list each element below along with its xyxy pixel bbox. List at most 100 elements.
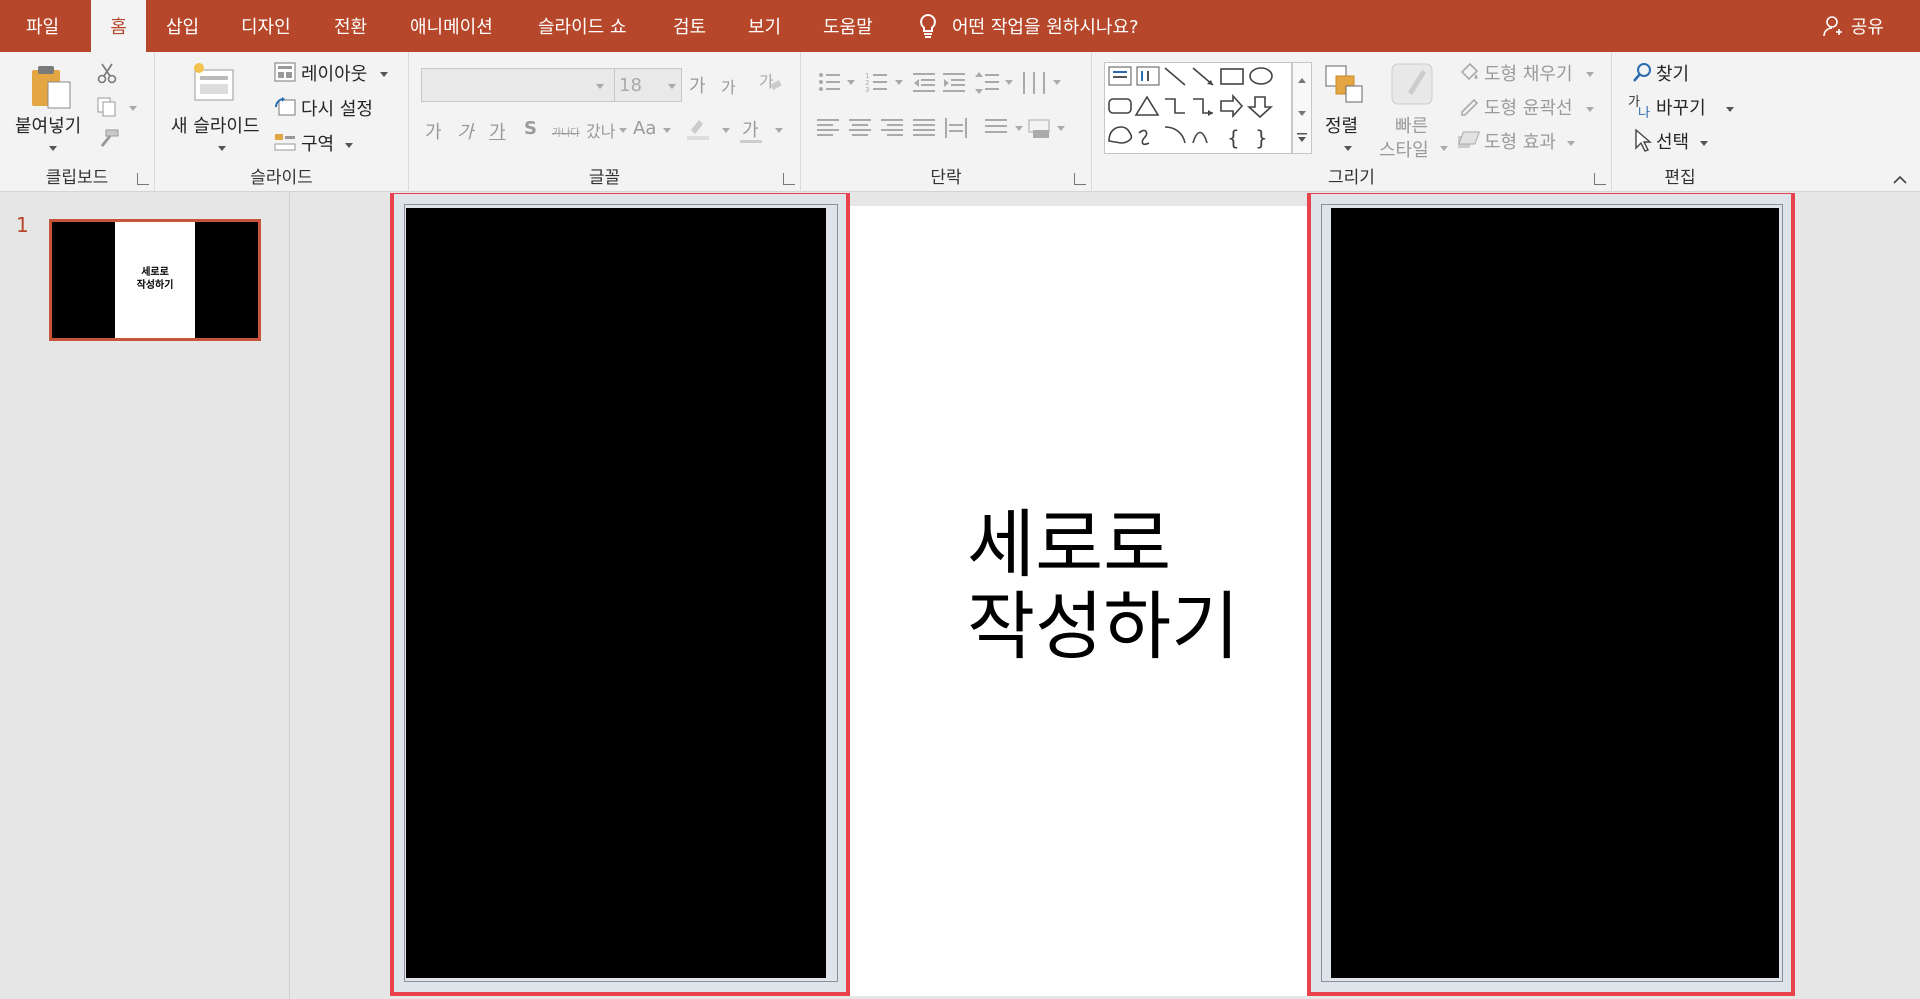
new-slide-label[interactable]: 새 슬라이드 [171, 112, 260, 138]
tab-view[interactable]: 보기 [748, 0, 781, 52]
replace-icon[interactable]: 가나 [1628, 94, 1654, 118]
shape-outline-icon[interactable] [1458, 96, 1480, 116]
italic-button[interactable]: 가 [457, 118, 474, 144]
tab-design[interactable]: 디자인 [241, 0, 291, 52]
slide-thumbnails-pane: 1 세로로 작성하기 [0, 193, 290, 999]
shape-outline-label[interactable]: 도형 윤곽선 [1484, 94, 1573, 120]
editing-group-label: 편집 [1664, 168, 1696, 188]
find-label[interactable]: 찾기 [1656, 60, 1689, 86]
cut-icon[interactable] [96, 62, 118, 84]
shape-effects-icon[interactable] [1458, 130, 1482, 150]
svg-text:3: 3 [865, 86, 869, 94]
align-right-icon [881, 119, 903, 136]
paragraph-row2-icons [817, 116, 1087, 142]
left-black-rectangle[interactable] [390, 193, 850, 996]
section-icon[interactable] [274, 132, 296, 152]
paste-dropdown-icon[interactable] [49, 146, 57, 151]
replace-dropdown-icon[interactable] [1726, 107, 1734, 112]
font-name-box[interactable] [421, 68, 646, 102]
tab-animations[interactable]: 애니메이션 [410, 0, 493, 52]
font-name-dropdown-icon[interactable] [596, 84, 604, 89]
section-dropdown-icon[interactable] [345, 143, 353, 148]
shrink-font-button[interactable]: 가 [721, 74, 736, 98]
arrange-label[interactable]: 정렬 [1325, 112, 1358, 138]
arrange-dropdown-icon[interactable] [1344, 146, 1352, 151]
tab-file[interactable]: 파일 [26, 0, 59, 52]
shape-fill-label[interactable]: 도형 채우기 [1484, 60, 1573, 86]
change-case-dropdown-icon[interactable] [663, 128, 671, 133]
drawing-group-label: 그리기 [1328, 168, 1375, 188]
shape-outline-dropdown-icon[interactable] [1586, 107, 1594, 112]
shape-fill-dropdown-icon[interactable] [1586, 72, 1594, 77]
replace-label[interactable]: 바꾸기 [1656, 94, 1706, 120]
lightbulb-icon [918, 13, 938, 39]
svg-text:}: } [1255, 126, 1268, 150]
share-button[interactable]: 공유 [1823, 0, 1884, 52]
slide-title-textbox[interactable]: 세로로 작성하기 [967, 504, 1239, 668]
grow-font-button[interactable]: 가 [689, 72, 706, 98]
tell-me-search[interactable]: 어떤 작업을 원하시나요? [918, 0, 1139, 52]
tab-help[interactable]: 도움말 [823, 0, 873, 52]
tab-slideshow[interactable]: 슬라이드 쇼 [538, 0, 627, 52]
format-painter-icon[interactable] [96, 128, 120, 150]
drawing-launcher-icon[interactable] [1594, 173, 1606, 185]
paste-button[interactable] [28, 62, 74, 112]
slide-number: 1 [16, 213, 29, 237]
shape-effects-dropdown-icon[interactable] [1567, 141, 1575, 146]
strikethrough-button[interactable]: 가나다 [552, 124, 580, 139]
shape-effects-label[interactable]: 도형 효과 [1484, 128, 1556, 154]
arrange-icon[interactable] [1324, 64, 1366, 104]
align-text-icon [1028, 119, 1050, 138]
new-slide-dropdown-icon[interactable] [218, 146, 226, 151]
tab-transitions[interactable]: 전환 [334, 0, 367, 52]
shadow-button[interactable]: S [524, 118, 537, 139]
tab-home[interactable]: 홈 [91, 0, 146, 52]
select-icon[interactable] [1632, 128, 1652, 152]
quick-styles-label-1[interactable]: 빠른 [1395, 112, 1428, 138]
slide-thumbnail[interactable]: 세로로 작성하기 [49, 219, 261, 341]
svg-text:나: 나 [1638, 106, 1650, 118]
shapes-gallery-scroll[interactable] [1292, 62, 1312, 154]
section-label[interactable]: 구역 [301, 130, 334, 156]
layout-dropdown-icon[interactable] [380, 72, 388, 77]
highlight-icon[interactable] [685, 116, 711, 142]
select-label[interactable]: 선택 [1656, 128, 1689, 154]
text-direction-icon [985, 119, 1007, 133]
thumbnail-left-panel [52, 222, 115, 338]
char-spacing-dropdown-icon[interactable] [619, 128, 627, 133]
quick-styles-icon[interactable] [1390, 62, 1436, 106]
font-launcher-icon[interactable] [783, 173, 795, 185]
collapse-ribbon-icon[interactable] [1892, 175, 1908, 185]
clear-formatting-icon[interactable]: 가 [757, 70, 783, 94]
paragraph-launcher-icon[interactable] [1074, 173, 1086, 185]
char-spacing-button[interactable]: 갔나 [586, 118, 615, 142]
font-color-button[interactable]: 가 [742, 116, 759, 142]
clipboard-launcher-icon[interactable] [137, 173, 149, 185]
font-color-dropdown-icon[interactable] [775, 128, 783, 133]
shapes-gallery[interactable]: { } [1104, 62, 1292, 154]
tab-review[interactable]: 검토 [673, 0, 706, 52]
select-dropdown-icon[interactable] [1700, 141, 1708, 146]
svg-text:가: 가 [759, 72, 774, 91]
highlight-dropdown-icon[interactable] [722, 128, 730, 133]
new-slide-icon[interactable] [191, 60, 237, 104]
reset-icon[interactable] [274, 97, 296, 117]
layout-label[interactable]: 레이아웃 [301, 60, 367, 86]
find-icon[interactable] [1632, 62, 1654, 84]
quick-styles-label-2[interactable]: 스타일 [1379, 136, 1429, 162]
quick-styles-dropdown-icon[interactable] [1440, 146, 1448, 151]
paste-label[interactable]: 붙여넣기 [15, 112, 81, 138]
underline-button[interactable]: 가 [489, 118, 506, 144]
reset-label[interactable]: 다시 설정 [301, 95, 373, 121]
tab-insert[interactable]: 삽입 [166, 0, 199, 52]
copy-icon[interactable] [96, 96, 118, 118]
layout-icon[interactable] [274, 62, 296, 82]
right-black-rectangle[interactable] [1307, 193, 1795, 996]
shape-fill-icon[interactable] [1458, 62, 1480, 82]
svg-text:{: { [1227, 126, 1240, 150]
share-label: 공유 [1850, 17, 1884, 38]
change-case-button[interactable]: Aa [633, 118, 656, 139]
copy-dropdown-icon[interactable] [129, 106, 137, 111]
font-size-dropdown-icon[interactable] [668, 84, 676, 89]
bold-button[interactable]: 가 [425, 118, 442, 144]
